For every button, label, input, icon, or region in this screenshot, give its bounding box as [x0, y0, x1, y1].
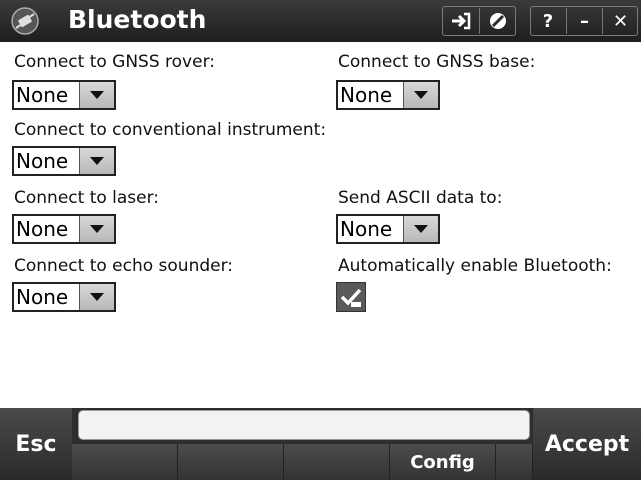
softkey-1[interactable] [72, 444, 178, 480]
chevron-down-icon[interactable] [79, 82, 114, 108]
chevron-down-icon[interactable] [79, 284, 114, 310]
help-button[interactable]: ? [530, 6, 566, 36]
ascii-data-label: Send ASCII data to: [338, 188, 503, 208]
satellite-icon[interactable] [10, 6, 40, 36]
minimize-button[interactable]: – [567, 6, 602, 36]
no-entry-icon[interactable] [480, 6, 516, 36]
softkey-5[interactable] [496, 444, 533, 480]
chevron-down-icon[interactable] [403, 216, 438, 242]
softkey-2[interactable] [178, 444, 284, 480]
laser-select[interactable]: None [12, 214, 116, 244]
chevron-down-icon[interactable] [79, 148, 114, 174]
esc-button[interactable]: Esc [0, 408, 72, 480]
bottom-bar: Esc Config Accept [0, 408, 641, 480]
gnss-base-label: Connect to GNSS base: [338, 52, 536, 72]
auto-enable-label: Automatically enable Bluetooth: [338, 256, 612, 276]
laser-value: None [16, 217, 69, 241]
conventional-instrument-value: None [16, 149, 69, 173]
echo-sounder-label: Connect to echo sounder: [14, 256, 234, 276]
gnss-rover-select[interactable]: None [12, 80, 116, 110]
close-button[interactable]: ✕ [603, 6, 638, 36]
accept-button[interactable]: Accept [533, 408, 641, 480]
bluetooth-settings-form: Connect to GNSS rover: None Connect to G… [8, 42, 638, 408]
conventional-instrument-label: Connect to conventional instrument: [14, 120, 327, 140]
gnss-rover-value: None [16, 83, 69, 107]
gnss-rover-label: Connect to GNSS rover: [14, 52, 215, 72]
config-button[interactable]: Config [390, 444, 496, 480]
ascii-data-select[interactable]: None [336, 214, 440, 244]
echo-sounder-select[interactable]: None [12, 282, 116, 312]
status-input-bar[interactable] [78, 410, 530, 440]
echo-sounder-value: None [16, 285, 69, 309]
gnss-base-select[interactable]: None [336, 80, 440, 110]
chevron-down-icon[interactable] [403, 82, 438, 108]
gnss-base-value: None [340, 83, 393, 107]
auto-enable-checkbox[interactable] [336, 282, 366, 312]
sign-in-icon[interactable] [442, 6, 479, 36]
ascii-data-value: None [340, 217, 393, 241]
chevron-down-icon[interactable] [79, 216, 114, 242]
title-bar: Bluetooth ? – ✕ [0, 0, 641, 42]
checkmark-icon [340, 288, 362, 307]
window-title: Bluetooth [68, 5, 207, 34]
conventional-instrument-select[interactable]: None [12, 146, 116, 176]
laser-label: Connect to laser: [14, 188, 160, 208]
softkey-3[interactable] [284, 444, 390, 480]
